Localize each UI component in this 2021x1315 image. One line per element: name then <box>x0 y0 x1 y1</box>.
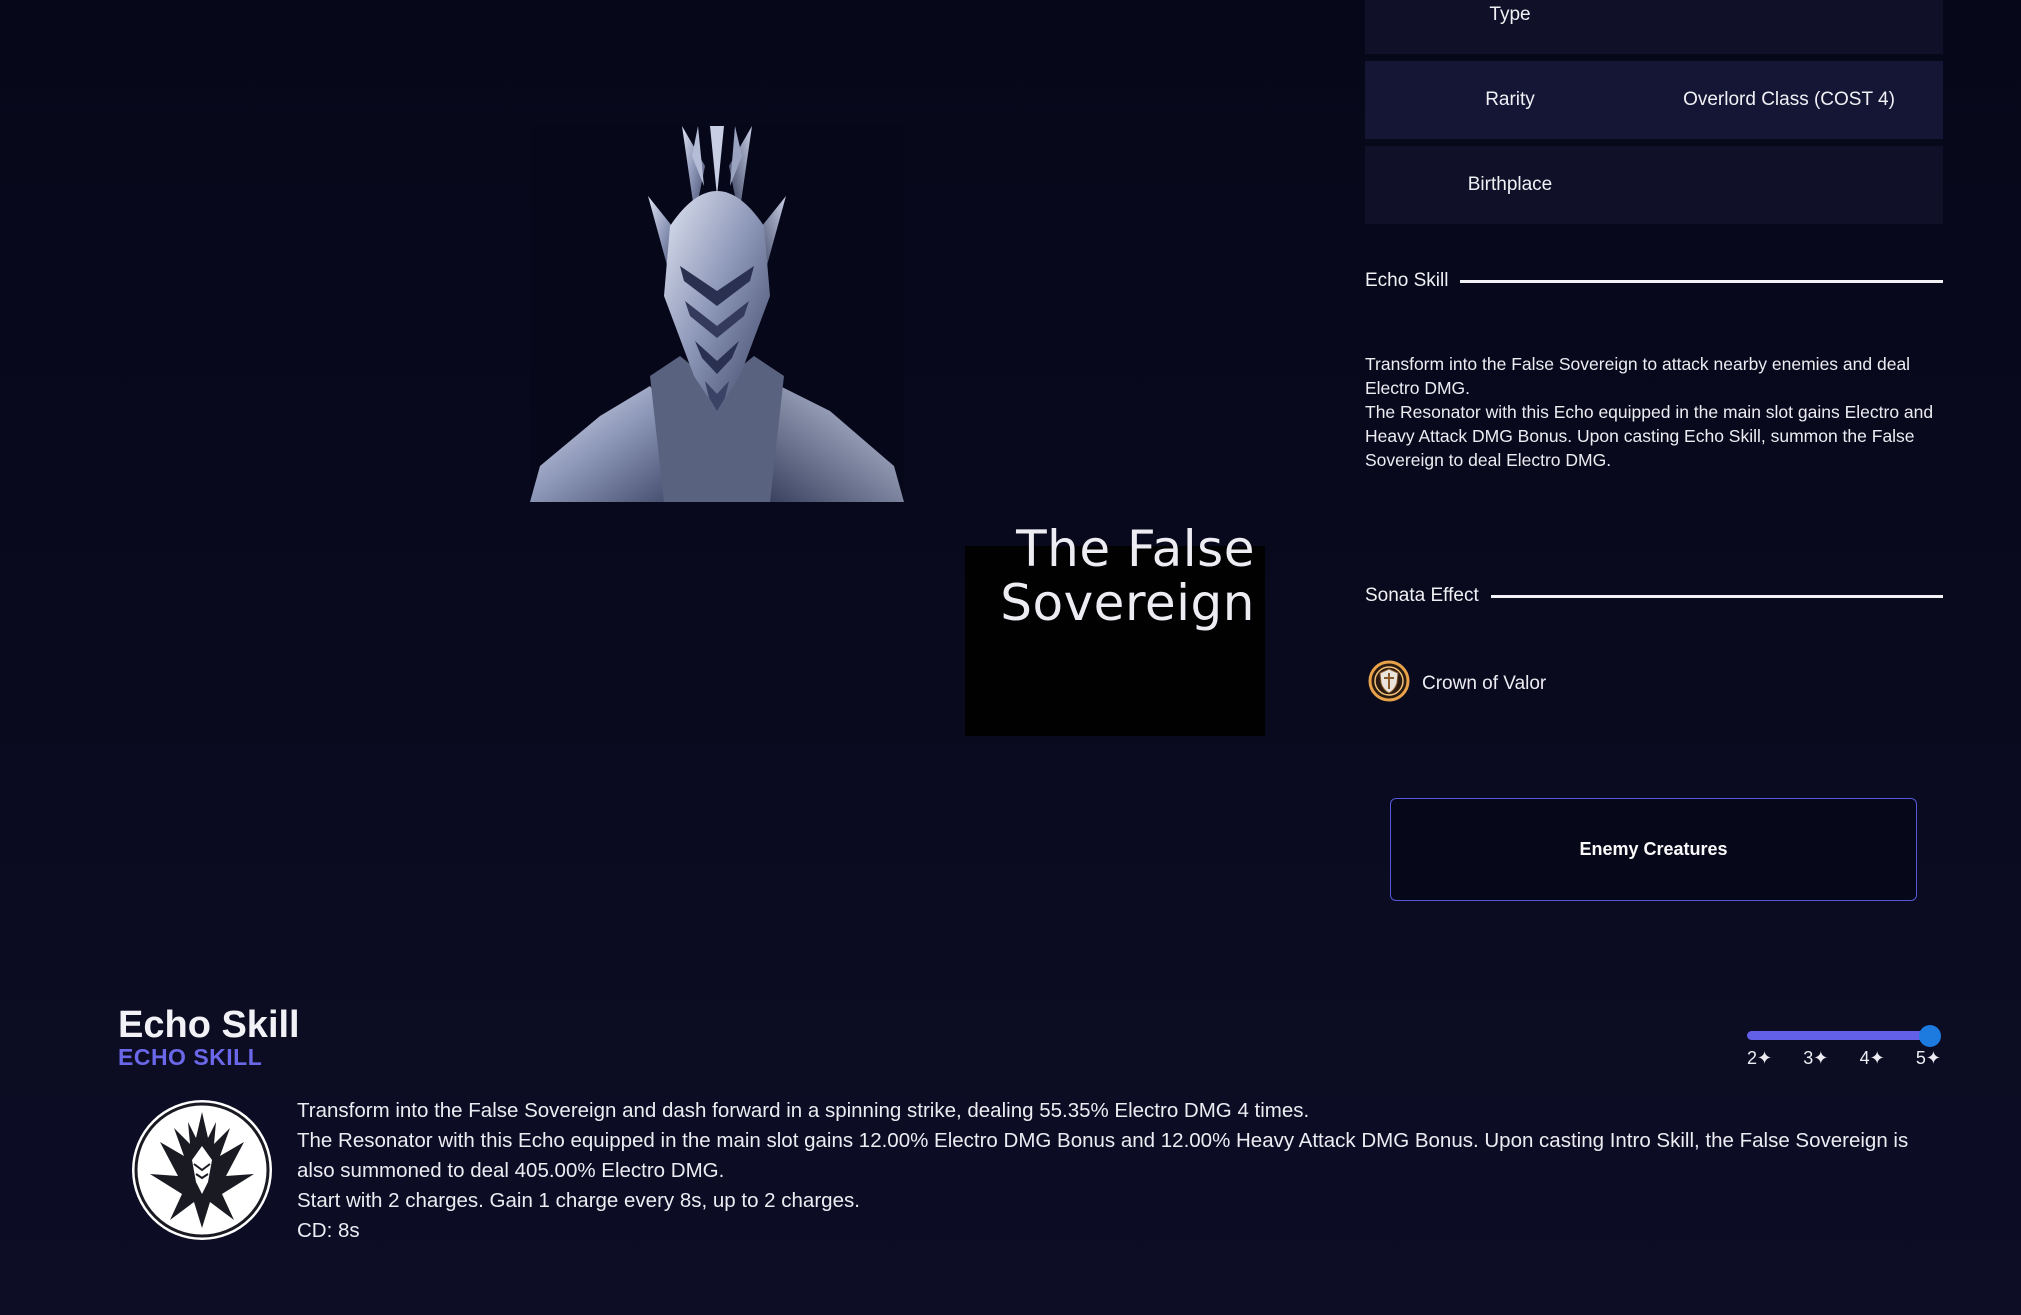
echo-name: The False Sovereign <box>1000 520 1255 632</box>
sonata-effect-heading-label: Sonata Effect <box>1365 585 1479 606</box>
skill-description-line: The Resonator with this Echo equipped in… <box>297 1129 1909 1182</box>
rarity-value: Overlord Class (COST 4) <box>1683 89 1895 110</box>
divider <box>1460 279 1943 283</box>
false-sovereign-skill-icon <box>130 1098 274 1242</box>
slider-track[interactable] <box>1747 1031 1933 1040</box>
skill-description-line: Start with 2 charges. Gain 1 charge ever… <box>297 1189 860 1212</box>
bottom-section-subtitle: ECHO SKILL <box>118 1044 263 1070</box>
skill-description-line: Transform into the False Sovereign and d… <box>297 1099 1310 1122</box>
birthplace-label: Birthplace <box>1467 174 1553 195</box>
bottom-section-title: Echo Skill <box>118 1004 300 1046</box>
echo-skill-desc-line: Transform into the False Sovereign to at… <box>1365 354 1911 398</box>
skill-description: Transform into the False Sovereign and d… <box>297 1096 1937 1246</box>
rarity-label: Rarity <box>1485 89 1535 110</box>
crown-of-valor-icon <box>1368 660 1410 708</box>
rarity-slider[interactable]: 2✦ 3✦ 4✦ 5✦ <box>1747 1022 1941 1082</box>
echo-skill-description: Transform into the False Sovereign to at… <box>1365 352 1943 472</box>
info-row-type: Type <box>1365 0 1943 54</box>
skill-description-line: CD: 8s <box>297 1219 360 1242</box>
echo-skill-heading: Echo Skill <box>1365 270 1943 292</box>
type-label: Type <box>1489 4 1531 25</box>
echo-skill-heading-label: Echo Skill <box>1365 270 1449 291</box>
sonata-item[interactable]: Crown of Valor <box>1368 660 1546 708</box>
info-row-rarity: Rarity Overlord Class (COST 4) <box>1365 61 1943 139</box>
slider-tick[interactable]: 4✦ <box>1860 1048 1885 1069</box>
enemy-creatures-button[interactable]: Enemy Creatures <box>1390 798 1917 901</box>
slider-tick[interactable]: 3✦ <box>1803 1048 1828 1069</box>
slider-ticks: 2✦ 3✦ 4✦ 5✦ <box>1747 1048 1941 1069</box>
slider-tick[interactable]: 2✦ <box>1747 1048 1772 1069</box>
slider-thumb[interactable] <box>1919 1025 1941 1047</box>
sonata-effect-heading: Sonata Effect <box>1365 585 1943 607</box>
sonata-item-label: Crown of Valor <box>1422 673 1547 694</box>
slider-tick[interactable]: 5✦ <box>1916 1048 1941 1069</box>
echo-skill-desc-line: The Resonator with this Echo equipped in… <box>1365 402 1934 470</box>
divider <box>1490 594 1943 598</box>
echo-portrait <box>530 126 904 502</box>
info-row-birthplace: Birthplace <box>1365 146 1943 224</box>
